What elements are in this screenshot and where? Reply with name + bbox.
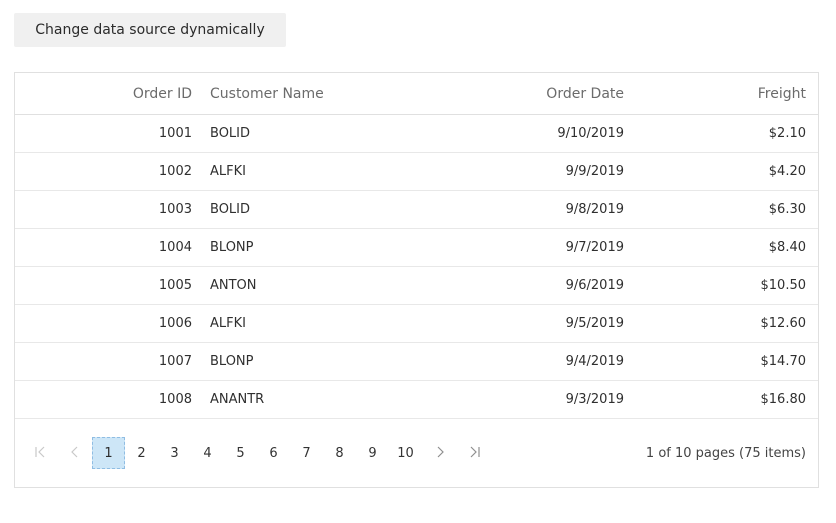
- order-id-cell: 1002: [158, 164, 192, 179]
- order-date-cell: 9/9/2019: [565, 164, 624, 179]
- change-data-source-button[interactable]: Change data source dynamically: [14, 13, 286, 47]
- freight-cell: $10.50: [760, 278, 807, 293]
- freight-cell: $6.30: [768, 202, 806, 217]
- order-id-cell: 1003: [158, 202, 192, 217]
- page-button-2[interactable]: 2: [125, 437, 158, 469]
- customer-name-cell: BOLID: [210, 126, 251, 141]
- order-id-cell: 1005: [158, 278, 192, 293]
- page-button-8[interactable]: 8: [323, 437, 356, 469]
- order-date-cell: 9/8/2019: [565, 202, 624, 217]
- page-button-5[interactable]: 5: [224, 437, 257, 469]
- order-id-cell: 1001: [158, 126, 192, 141]
- table-row[interactable]: 1003 BOLID 9/8/2019 $6.30: [15, 191, 818, 229]
- customer-name-cell: ALFKI: [210, 164, 246, 179]
- table-row[interactable]: 1005 ANTON 9/6/2019 $10.50: [15, 267, 818, 305]
- column-header-order-id[interactable]: Order ID: [15, 73, 206, 114]
- pager: 1 2 3 4 5 6 7 8 9 10 1 of 10 pages (75 i…: [15, 419, 818, 487]
- order-id-cell: 1004: [158, 240, 192, 255]
- customer-name-cell: ANANTR: [210, 392, 265, 407]
- table-row[interactable]: 1002 ALFKI 9/9/2019 $4.20: [15, 153, 818, 191]
- page-button-1[interactable]: 1: [92, 437, 125, 469]
- page-button-3[interactable]: 3: [158, 437, 191, 469]
- orders-grid: Order ID Customer Name Order Date Freigh…: [14, 72, 819, 488]
- freight-cell: $2.10: [768, 126, 806, 141]
- page-button-9[interactable]: 9: [356, 437, 389, 469]
- table-row[interactable]: 1007 BLONP 9/4/2019 $14.70: [15, 343, 818, 381]
- column-header-freight[interactable]: Freight: [637, 73, 818, 114]
- page-button-7[interactable]: 7: [290, 437, 323, 469]
- customer-name-cell: BOLID: [210, 202, 251, 217]
- freight-cell: $12.60: [760, 316, 807, 331]
- order-date-cell: 9/3/2019: [565, 392, 624, 407]
- order-date-cell: 9/4/2019: [565, 354, 624, 369]
- order-id-cell: 1008: [158, 392, 192, 407]
- customer-name-cell: ANTON: [210, 278, 257, 293]
- table-row[interactable]: 1008 ANANTR 9/3/2019 $16.80: [15, 381, 818, 419]
- order-date-cell: 9/10/2019: [557, 126, 624, 141]
- order-date-cell: 9/6/2019: [565, 278, 624, 293]
- page-button-4[interactable]: 4: [191, 437, 224, 469]
- order-id-cell: 1007: [158, 354, 192, 369]
- page-button-10[interactable]: 10: [389, 437, 422, 469]
- order-date-cell: 9/7/2019: [565, 240, 624, 255]
- freight-cell: $14.70: [760, 354, 807, 369]
- freight-cell: $8.40: [768, 240, 806, 255]
- last-page-icon[interactable]: [463, 440, 487, 464]
- order-date-cell: 9/5/2019: [565, 316, 624, 331]
- freight-cell: $4.20: [768, 164, 806, 179]
- table-row[interactable]: 1006 ALFKI 9/5/2019 $12.60: [15, 305, 818, 343]
- order-id-cell: 1006: [158, 316, 192, 331]
- customer-name-cell: BLONP: [210, 240, 254, 255]
- customer-name-cell: ALFKI: [210, 316, 246, 331]
- first-page-icon[interactable]: [28, 440, 52, 464]
- next-page-icon[interactable]: [428, 440, 452, 464]
- freight-cell: $16.80: [760, 392, 807, 407]
- customer-name-cell: BLONP: [210, 354, 254, 369]
- previous-page-icon[interactable]: [63, 440, 87, 464]
- pager-info: 1 of 10 pages (75 items): [645, 445, 806, 461]
- column-header-customer-name[interactable]: Customer Name: [206, 73, 456, 114]
- page-button-6[interactable]: 6: [257, 437, 290, 469]
- column-header-order-date[interactable]: Order Date: [456, 73, 637, 114]
- table-row[interactable]: 1004 BLONP 9/7/2019 $8.40: [15, 229, 818, 267]
- grid-header: Order ID Customer Name Order Date Freigh…: [15, 73, 818, 115]
- table-row[interactable]: 1001 BOLID 9/10/2019 $2.10: [15, 115, 818, 153]
